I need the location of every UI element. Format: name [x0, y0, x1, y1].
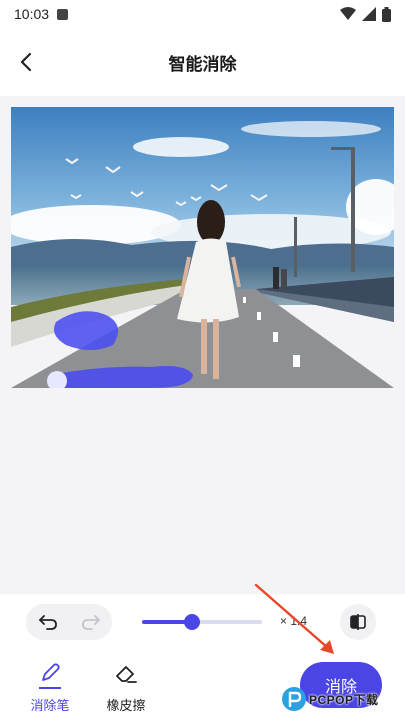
app-notification-icon	[57, 8, 69, 20]
status-time: 10:03	[14, 6, 50, 22]
active-tab-underline	[39, 687, 61, 689]
wifi-icon	[340, 7, 356, 20]
slider-thumb[interactable]	[184, 614, 201, 630]
tab-eraser[interactable]: 橡皮擦	[96, 662, 156, 714]
zoom-readout: × 1.4	[280, 614, 308, 628]
status-icons	[340, 6, 391, 22]
tab-label: 消除笔	[30, 699, 70, 714]
redo-button[interactable]	[69, 604, 112, 640]
edited-photo[interactable]	[11, 107, 394, 388]
tab-label: 橡皮擦	[106, 699, 146, 714]
photo-image	[11, 107, 394, 388]
tab-underline	[115, 687, 137, 689]
page-title: 智能消除	[168, 55, 237, 75]
tab-brush-pen[interactable]: 消除笔	[20, 662, 80, 714]
eraser-icon	[113, 662, 139, 686]
status-bar: 10:03	[0, 0, 405, 28]
compare-icon	[350, 614, 366, 630]
redo-icon	[81, 615, 100, 630]
battery-icon	[382, 6, 391, 22]
signal-icon	[362, 7, 376, 21]
brush-pen-icon	[37, 662, 63, 686]
edit-toolbar: × 1.4	[0, 594, 405, 650]
undo-redo-group	[26, 604, 112, 640]
watermark-logo	[282, 687, 306, 711]
compare-button[interactable]	[340, 604, 376, 640]
undo-icon	[38, 615, 57, 630]
watermark: PCPOP下载	[281, 681, 379, 717]
page-header: 智能消除	[0, 28, 405, 96]
brush-size-slider[interactable]	[142, 612, 262, 632]
undo-button[interactable]	[26, 604, 69, 640]
watermark-text: PCPOP下载	[309, 692, 379, 707]
